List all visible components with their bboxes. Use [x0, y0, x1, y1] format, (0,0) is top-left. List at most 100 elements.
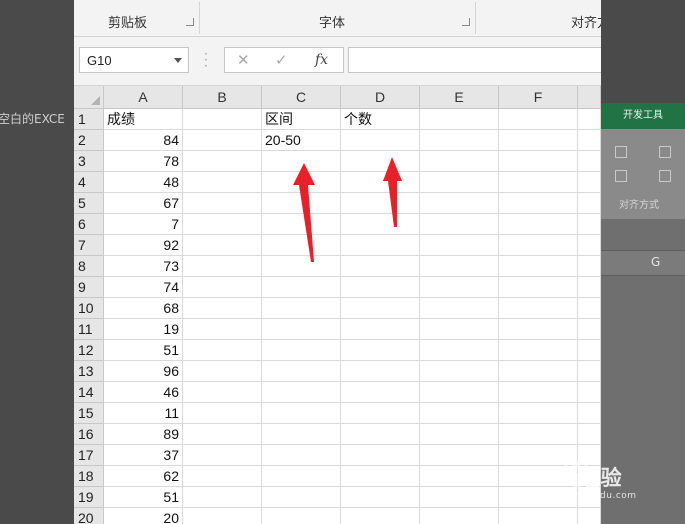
cell-c18[interactable]	[262, 466, 341, 487]
cell-g2[interactable]	[578, 130, 601, 151]
cell-a11[interactable]: 19	[104, 319, 183, 340]
cell-c12[interactable]	[262, 340, 341, 361]
cell-f12[interactable]	[499, 340, 578, 361]
row-header[interactable]: 9	[74, 277, 104, 298]
cell-c5[interactable]	[262, 193, 341, 214]
cell-a2[interactable]: 84	[104, 130, 183, 151]
cell-c14[interactable]	[262, 382, 341, 403]
cell-d18[interactable]	[341, 466, 420, 487]
cancel-icon[interactable]: ✕	[237, 51, 250, 69]
cell-a6[interactable]: 7	[104, 214, 183, 235]
cell-d3[interactable]	[341, 151, 420, 172]
cell-c15[interactable]	[262, 403, 341, 424]
cell-f14[interactable]	[499, 382, 578, 403]
formula-bar-grip-icon[interactable]: · · ·	[204, 48, 208, 72]
cell-g5[interactable]	[578, 193, 601, 214]
cell-e5[interactable]	[420, 193, 499, 214]
cell-a8[interactable]: 73	[104, 256, 183, 277]
cell-e4[interactable]	[420, 172, 499, 193]
cell-d14[interactable]	[341, 382, 420, 403]
cell-d1[interactable]: 个数	[341, 109, 420, 130]
cell-c7[interactable]	[262, 235, 341, 256]
cell-e17[interactable]	[420, 445, 499, 466]
cell-g6[interactable]	[578, 214, 601, 235]
cell-b16[interactable]	[183, 424, 262, 445]
cell-e7[interactable]	[420, 235, 499, 256]
cell-e18[interactable]	[420, 466, 499, 487]
cell-e8[interactable]	[420, 256, 499, 277]
column-header-g[interactable]	[578, 86, 601, 109]
cell-a7[interactable]: 92	[104, 235, 183, 256]
cell-d8[interactable]	[341, 256, 420, 277]
row-header[interactable]: 13	[74, 361, 104, 382]
row-header[interactable]: 19	[74, 487, 104, 508]
cell-a15[interactable]: 11	[104, 403, 183, 424]
cell-e14[interactable]	[420, 382, 499, 403]
cell-d10[interactable]	[341, 298, 420, 319]
cell-f2[interactable]	[499, 130, 578, 151]
cell-a18[interactable]: 62	[104, 466, 183, 487]
row-header[interactable]: 16	[74, 424, 104, 445]
formula-input[interactable]	[348, 47, 601, 73]
row-header[interactable]: 18	[74, 466, 104, 487]
cell-e16[interactable]	[420, 424, 499, 445]
cell-f9[interactable]	[499, 277, 578, 298]
row-header[interactable]: 20	[74, 508, 104, 524]
column-header-f[interactable]: F	[499, 86, 578, 109]
cell-d7[interactable]	[341, 235, 420, 256]
cell-a4[interactable]: 48	[104, 172, 183, 193]
cell-e15[interactable]	[420, 403, 499, 424]
cell-f15[interactable]	[499, 403, 578, 424]
cell-d12[interactable]	[341, 340, 420, 361]
cell-a12[interactable]: 51	[104, 340, 183, 361]
insert-function-icon[interactable]: fx	[315, 52, 328, 68]
cell-e12[interactable]	[420, 340, 499, 361]
name-box[interactable]: G10	[79, 47, 189, 73]
cell-b15[interactable]	[183, 403, 262, 424]
dialog-launcher-icon[interactable]	[186, 18, 194, 26]
row-header[interactable]: 14	[74, 382, 104, 403]
cell-g10[interactable]	[578, 298, 601, 319]
cell-b13[interactable]	[183, 361, 262, 382]
cell-f10[interactable]	[499, 298, 578, 319]
cell-e10[interactable]	[420, 298, 499, 319]
cell-b4[interactable]	[183, 172, 262, 193]
chevron-down-icon[interactable]	[174, 58, 182, 63]
cell-f7[interactable]	[499, 235, 578, 256]
select-all-corner[interactable]	[74, 86, 104, 109]
row-header[interactable]: 10	[74, 298, 104, 319]
column-header-b[interactable]: B	[183, 86, 262, 109]
cell-d19[interactable]	[341, 487, 420, 508]
cell-f3[interactable]	[499, 151, 578, 172]
cell-b12[interactable]	[183, 340, 262, 361]
cell-a9[interactable]: 74	[104, 277, 183, 298]
enter-icon[interactable]: ✓	[275, 51, 288, 69]
cell-d6[interactable]	[341, 214, 420, 235]
cell-c2[interactable]: 20-50	[262, 130, 341, 151]
cell-b3[interactable]	[183, 151, 262, 172]
column-header-e[interactable]: E	[420, 86, 499, 109]
cell-d17[interactable]	[341, 445, 420, 466]
cell-b11[interactable]	[183, 319, 262, 340]
cell-b19[interactable]	[183, 487, 262, 508]
cell-c17[interactable]	[262, 445, 341, 466]
cell-d16[interactable]	[341, 424, 420, 445]
cell-c11[interactable]	[262, 319, 341, 340]
row-header[interactable]: 15	[74, 403, 104, 424]
cell-d20[interactable]	[341, 508, 420, 524]
cell-d5[interactable]	[341, 193, 420, 214]
cell-e3[interactable]	[420, 151, 499, 172]
cell-c8[interactable]	[262, 256, 341, 277]
cell-b20[interactable]	[183, 508, 262, 524]
row-header[interactable]: 1	[74, 109, 104, 130]
cell-c9[interactable]	[262, 277, 341, 298]
cell-f6[interactable]	[499, 214, 578, 235]
cell-g9[interactable]	[578, 277, 601, 298]
cell-a1[interactable]: 成绩	[104, 109, 183, 130]
cell-f5[interactable]	[499, 193, 578, 214]
cell-f8[interactable]	[499, 256, 578, 277]
row-header[interactable]: 11	[74, 319, 104, 340]
cell-e11[interactable]	[420, 319, 499, 340]
cell-g1[interactable]	[578, 109, 601, 130]
cell-e6[interactable]	[420, 214, 499, 235]
